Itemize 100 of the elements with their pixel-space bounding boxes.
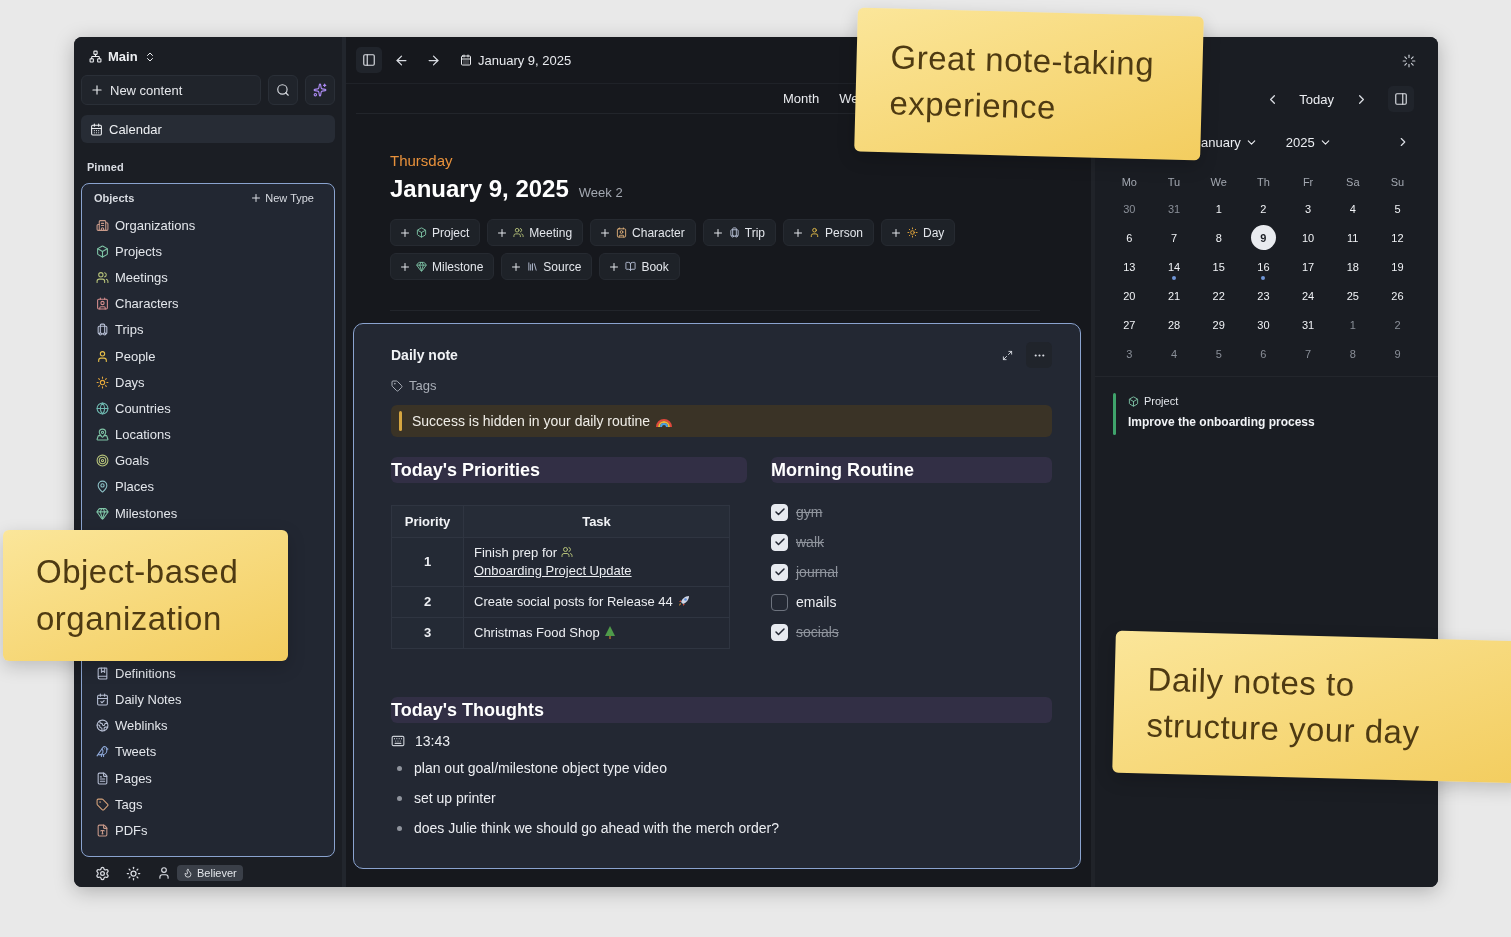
- object-link[interactable]: Onboarding Project Update: [474, 562, 632, 580]
- add-object-chip[interactable]: Milestone: [390, 253, 495, 280]
- date-button[interactable]: January 9, 2025: [452, 52, 580, 68]
- weekday-header: Fr: [1301, 175, 1315, 190]
- add-object-chip[interactable]: Trip: [702, 219, 776, 246]
- calendar-day[interactable]: 5: [1196, 339, 1242, 368]
- calendar-day[interactable]: 20: [1107, 281, 1152, 310]
- calendar-check-icon: [96, 693, 109, 707]
- add-object-chip[interactable]: Book: [599, 253, 680, 280]
- tags-field[interactable]: Tags: [391, 378, 1052, 393]
- add-object-chip[interactable]: Day: [881, 219, 956, 246]
- sidebar-item[interactable]: Meetings: [86, 264, 330, 291]
- bullet-dot: [397, 825, 402, 831]
- add-object-chip[interactable]: Meeting: [487, 219, 584, 246]
- calendar-day[interactable]: 9: [1375, 339, 1420, 368]
- bullet-dot: [397, 765, 402, 771]
- today-button[interactable]: Today: [1299, 91, 1334, 107]
- sidebar-item[interactable]: Projects: [86, 238, 330, 265]
- calendar-day[interactable]: 8: [1330, 339, 1376, 368]
- sidebar-item[interactable]: Trips: [86, 316, 330, 343]
- calendar-day[interactable]: 14: [1151, 252, 1197, 281]
- calendar-button[interactable]: Calendar: [81, 115, 335, 143]
- search-button[interactable]: [268, 75, 298, 105]
- calendar-day[interactable]: 2: [1241, 194, 1286, 223]
- calendar-day[interactable]: 13: [1107, 252, 1152, 281]
- panel-toggle-button[interactable]: [1388, 86, 1414, 112]
- calendar-day[interactable]: 11: [1330, 223, 1376, 252]
- calendar-day[interactable]: 12: [1375, 223, 1420, 252]
- calendar-day[interactable]: 30: [1107, 194, 1152, 223]
- sidebar-item[interactable]: Daily Notes: [86, 686, 330, 713]
- sidebar-item[interactable]: Days: [86, 369, 330, 396]
- calendar-day[interactable]: 16: [1241, 252, 1286, 281]
- month-select[interactable]: anuary: [1201, 134, 1258, 150]
- add-object-chip[interactable]: Character: [590, 219, 696, 246]
- calendar-day[interactable]: 28: [1151, 310, 1197, 339]
- calendar-day[interactable]: 23: [1241, 281, 1286, 310]
- calendar-day[interactable]: 17: [1285, 252, 1331, 281]
- calendar-day[interactable]: 24: [1285, 281, 1331, 310]
- add-object-chip[interactable]: Person: [783, 219, 874, 246]
- day-number: 7: [1169, 230, 1179, 246]
- calendar-day[interactable]: 19: [1375, 252, 1420, 281]
- panel-icon: [1394, 92, 1408, 106]
- sidebar-item[interactable]: Countries: [86, 395, 330, 422]
- new-content-button[interactable]: New content: [81, 75, 261, 105]
- calendar-day[interactable]: 5: [1375, 194, 1420, 223]
- event-title[interactable]: Improve the onboarding process: [1128, 415, 1315, 429]
- calendar-day[interactable]: 15: [1196, 252, 1242, 281]
- calendar-day[interactable]: 8: [1196, 223, 1242, 252]
- sidebar-toggle-button[interactable]: [356, 47, 382, 73]
- sidebar-item[interactable]: People: [86, 342, 330, 370]
- table-cell: 3: [391, 617, 464, 649]
- sidebar-item[interactable]: Tags: [86, 791, 330, 818]
- calendar-day[interactable]: 3: [1285, 194, 1331, 223]
- calendar-day[interactable]: 21: [1151, 281, 1197, 310]
- new-type-button[interactable]: New Type: [250, 192, 314, 204]
- loader-icon: [1402, 53, 1416, 68]
- calendar-day[interactable]: 31: [1151, 194, 1197, 223]
- sidebar-item[interactable]: Organizations: [86, 212, 330, 239]
- add-object-chip[interactable]: Source: [501, 253, 593, 280]
- calendar-day[interactable]: 18: [1330, 252, 1376, 281]
- calendar-day[interactable]: 6: [1241, 339, 1286, 368]
- calendar-day[interactable]: 31: [1285, 310, 1331, 339]
- calendar-day[interactable]: 1: [1196, 194, 1242, 223]
- calendar-day[interactable]: 7: [1151, 223, 1197, 252]
- sidebar-item[interactable]: Pages: [86, 765, 330, 792]
- year-select[interactable]: 2025: [1285, 134, 1332, 150]
- calendar-day[interactable]: 1: [1330, 310, 1376, 339]
- day-number: 22: [1211, 288, 1226, 304]
- calendar-day[interactable]: 4: [1330, 194, 1376, 223]
- sidebar-item[interactable]: Places: [86, 473, 330, 501]
- calendar-day[interactable]: 6: [1107, 223, 1152, 252]
- sidebar-item[interactable]: Tweets: [86, 738, 330, 765]
- calendar-day[interactable]: 30: [1241, 310, 1286, 339]
- network-icon: [89, 50, 102, 63]
- calendar-day[interactable]: 4: [1151, 339, 1197, 368]
- settings-icon[interactable]: [95, 865, 110, 881]
- calendar-day[interactable]: 26: [1375, 281, 1420, 310]
- sidebar-item[interactable]: Milestones: [86, 500, 330, 527]
- sidebar-item[interactable]: PDFs: [86, 817, 330, 844]
- calendar-day[interactable]: 7: [1285, 339, 1331, 368]
- workspace-switcher[interactable]: Main: [81, 45, 164, 68]
- calendar-day[interactable]: 29: [1196, 310, 1242, 339]
- calendar-day[interactable]: 27: [1107, 310, 1152, 339]
- table-cell: Christmas Food Shop: [463, 617, 730, 649]
- calendar-day[interactable]: 9: [1241, 223, 1286, 252]
- calendar-day[interactable]: 25: [1330, 281, 1376, 310]
- calendar-day[interactable]: 10: [1285, 223, 1331, 252]
- sidebar-item[interactable]: Weblinks: [86, 712, 330, 739]
- sidebar-item[interactable]: Definitions: [86, 660, 330, 687]
- sparkle-button[interactable]: [305, 75, 335, 105]
- calendar-day[interactable]: 3: [1107, 339, 1152, 368]
- calendar-day[interactable]: 22: [1196, 281, 1242, 310]
- sidebar-item[interactable]: Characters: [86, 290, 330, 317]
- box-icon: [1128, 395, 1139, 407]
- sidebar-item[interactable]: Goals: [86, 447, 330, 474]
- sidebar-item[interactable]: Locations: [86, 421, 330, 448]
- view-tab[interactable]: Month: [783, 91, 820, 106]
- add-object-chip[interactable]: Project: [390, 219, 481, 246]
- checkbox[interactable]: [771, 593, 788, 611]
- calendar-day[interactable]: 2: [1375, 310, 1420, 339]
